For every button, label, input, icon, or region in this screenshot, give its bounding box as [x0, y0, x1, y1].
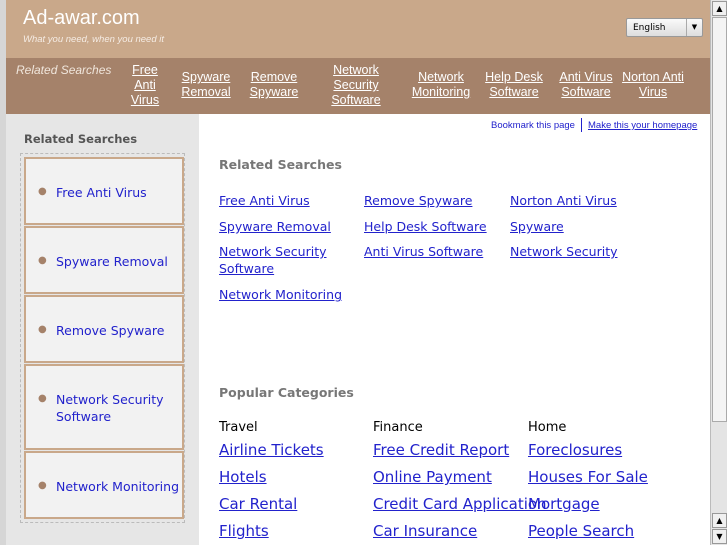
category-link[interactable]: Mortgage: [528, 495, 600, 513]
nav-link[interactable]: Free Anti Virus: [128, 63, 162, 108]
homepage-link[interactable]: Make this your homepage: [588, 120, 697, 131]
sidebar-item[interactable]: ● Network Security Software: [24, 364, 184, 450]
related-link[interactable]: Norton Anti Virus: [510, 192, 617, 209]
related-link[interactable]: Spyware: [510, 218, 564, 235]
sidebar-link[interactable]: Remove Spyware: [56, 322, 164, 339]
related-link[interactable]: Network Monitoring: [219, 286, 342, 303]
category-heading: Travel: [219, 420, 258, 435]
bullet-icon: ●: [38, 393, 47, 404]
language-value: English: [633, 23, 666, 33]
related-title: Related Searches: [219, 157, 342, 172]
tagline: What you need, when you need it: [23, 34, 165, 45]
scroll-thumb[interactable]: [712, 17, 727, 422]
nav-link[interactable]: Network Security Software: [326, 63, 386, 108]
category-heading: Finance: [373, 420, 423, 435]
nav-link[interactable]: Norton Anti Virus: [622, 70, 684, 100]
sidebar-link[interactable]: Network Security Software: [56, 391, 166, 425]
category-link[interactable]: Foreclosures: [528, 441, 622, 459]
scrollbar[interactable]: ▲ ▲ ▼: [710, 0, 727, 545]
related-link[interactable]: Free Anti Virus: [219, 192, 310, 209]
related-link[interactable]: Anti Virus Software: [364, 243, 483, 260]
sidebar-item[interactable]: ● Remove Spyware: [24, 295, 184, 363]
scroll-up-icon[interactable]: ▲: [712, 513, 727, 528]
category-link[interactable]: Hotels: [219, 468, 267, 486]
related-link[interactable]: Remove Spyware: [364, 192, 472, 209]
sidebar-item[interactable]: ● Free Anti Virus: [24, 157, 184, 225]
bullet-icon: ●: [38, 255, 47, 266]
category-link[interactable]: Car Insurance: [373, 522, 477, 540]
bullet-icon: ●: [38, 324, 47, 335]
scroll-down-icon[interactable]: ▼: [712, 529, 727, 544]
sidebar-link[interactable]: Network Monitoring: [56, 478, 179, 495]
sidebar-link[interactable]: Spyware Removal: [56, 253, 168, 270]
category-link[interactable]: Free Credit Report: [373, 441, 509, 459]
bullet-icon: ●: [38, 480, 47, 491]
divider: [581, 118, 582, 132]
related-link[interactable]: Spyware Removal: [219, 218, 331, 235]
sidebar-list: ● Free Anti Virus ● Spyware Removal ● Remov…: [20, 153, 185, 523]
related-link[interactable]: Network Security: [510, 243, 618, 260]
nav-bar: Related Searches Free Anti Virus Spyware…: [6, 58, 710, 114]
popular-title: Popular Categories: [219, 385, 354, 400]
chevron-down-icon: ▼: [686, 19, 702, 36]
nav-link[interactable]: Remove Spyware: [246, 70, 302, 100]
category-link[interactable]: Flights: [219, 522, 269, 540]
header: Ad-awar.com What you need, when you need…: [6, 0, 710, 58]
nav-link[interactable]: Help Desk Software: [482, 70, 546, 100]
category-link[interactable]: Online Payment: [373, 468, 492, 486]
category-link[interactable]: Houses For Sale: [528, 468, 648, 486]
bookmark-link[interactable]: Bookmark this page: [491, 120, 575, 131]
category-link[interactable]: Credit Card Application: [373, 495, 547, 513]
bullet-icon: ●: [38, 186, 47, 197]
sidebar-item[interactable]: ● Spyware Removal: [24, 226, 184, 294]
sidebar-title: Related Searches: [24, 132, 138, 146]
nav-link[interactable]: Spyware Removal: [178, 70, 234, 100]
language-select[interactable]: English ▼: [626, 18, 703, 37]
category-link[interactable]: Car Rental: [219, 495, 297, 513]
sidebar-link[interactable]: Free Anti Virus: [56, 184, 147, 201]
nav-label: Related Searches: [16, 63, 112, 77]
nav-link[interactable]: Network Monitoring: [406, 70, 476, 100]
nav-link[interactable]: Anti Virus Software: [556, 70, 616, 100]
page: Ad-awar.com What you need, when you need…: [6, 0, 710, 545]
site-logo[interactable]: Ad-awar.com: [23, 7, 140, 30]
related-link[interactable]: Help Desk Software: [364, 218, 487, 235]
sidebar: Related Searches ● Free Anti Virus ● Spywa…: [6, 114, 199, 545]
category-link[interactable]: People Search: [528, 522, 634, 540]
category-link[interactable]: Airline Tickets: [219, 441, 324, 459]
scroll-up-icon[interactable]: ▲: [712, 1, 727, 16]
related-link[interactable]: Network Security Software: [219, 243, 329, 277]
sidebar-item[interactable]: ● Network Monitoring: [24, 451, 184, 519]
category-heading: Home: [528, 420, 567, 435]
